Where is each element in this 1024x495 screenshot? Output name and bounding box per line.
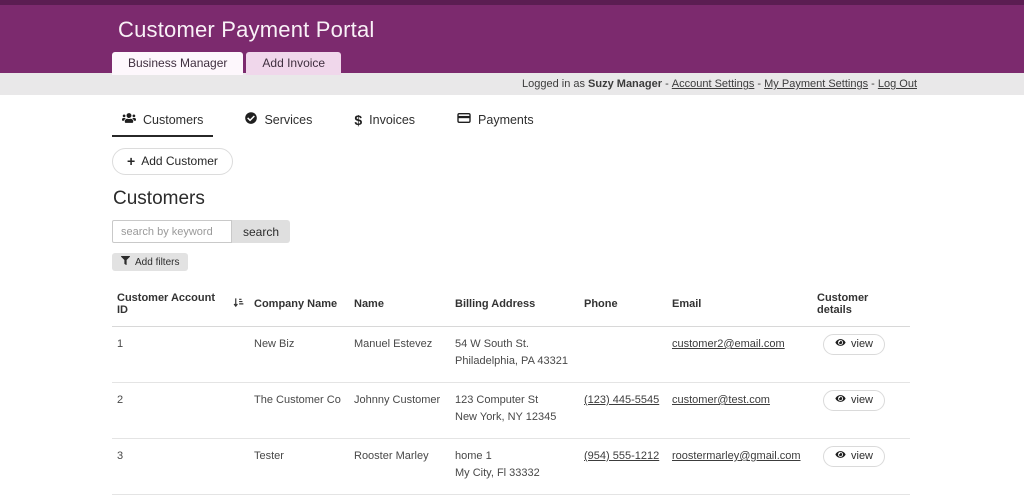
nav-tab-label: Invoices: [369, 113, 415, 127]
cell-account-id: 3: [112, 439, 249, 495]
eye-icon: [835, 338, 846, 350]
phone-link[interactable]: (123) 445-5545: [584, 394, 659, 406]
column-header-company: Company Name: [249, 284, 349, 327]
cell-email: customer@test.com: [667, 383, 812, 439]
cell-company: The Customer Co: [249, 383, 349, 439]
add-filters-button[interactable]: Add filters: [112, 253, 188, 271]
view-label: view: [851, 394, 873, 406]
search-bar: search: [112, 220, 1024, 243]
phone-link[interactable]: (954) 555-1212: [584, 450, 659, 462]
add-customer-button[interactable]: + Add Customer: [112, 148, 233, 175]
plus-icon: +: [127, 154, 135, 168]
section-nav: Customers Services $ Invoices Payments: [112, 110, 1024, 137]
view-button[interactable]: view: [823, 446, 885, 467]
view-label: view: [851, 338, 873, 350]
cell-customer-details: view: [812, 439, 910, 495]
credit-card-icon: [457, 112, 471, 127]
eye-icon: [835, 394, 846, 406]
search-input[interactable]: [112, 220, 232, 243]
email-link[interactable]: customer@test.com: [672, 394, 770, 406]
search-button[interactable]: search: [232, 220, 290, 243]
app-header: Customer Payment Portal Business Manager…: [0, 5, 1024, 73]
separator: -: [754, 78, 764, 90]
dollar-icon: $: [354, 113, 362, 127]
account-settings-link[interactable]: Account Settings: [672, 78, 755, 90]
check-circle-icon: [245, 112, 257, 127]
separator: -: [662, 78, 672, 90]
nav-tab-label: Customers: [143, 113, 203, 127]
table-row: 2 The Customer Co Johnny Customer 123 Co…: [112, 383, 910, 439]
tab-business-manager[interactable]: Business Manager: [112, 52, 243, 75]
main-content: Customers Services $ Invoices Payments +…: [0, 95, 1024, 495]
cell-customer-details: view: [812, 383, 910, 439]
view-label: view: [851, 450, 873, 462]
customers-table: Customer Account ID Company Name Name Bi…: [112, 284, 910, 495]
column-header-email: Email: [667, 284, 812, 327]
cell-billing-address: 123 Computer St New York, NY 12345: [450, 383, 579, 439]
column-header-billing-address: Billing Address: [450, 284, 579, 327]
view-button[interactable]: view: [823, 334, 885, 355]
users-icon: [122, 112, 136, 127]
eye-icon: [835, 450, 846, 462]
cell-customer-details: view: [812, 327, 910, 383]
column-header-customer-details: Customer details: [812, 284, 910, 327]
cell-name: Rooster Marley: [349, 439, 450, 495]
cell-phone: [579, 327, 667, 383]
view-button[interactable]: view: [823, 390, 885, 411]
column-header-account-id[interactable]: Customer Account ID: [112, 284, 249, 327]
column-header-phone: Phone: [579, 284, 667, 327]
tab-add-invoice[interactable]: Add Invoice: [246, 52, 341, 75]
email-link[interactable]: customer2@email.com: [672, 338, 785, 350]
nav-tab-payments[interactable]: Payments: [447, 110, 544, 137]
portal-tabs: Business Manager Add Invoice: [112, 52, 1024, 75]
cell-phone: (123) 445-5545: [579, 383, 667, 439]
sort-icon: [233, 297, 244, 311]
cell-company: Tester: [249, 439, 349, 495]
log-out-link[interactable]: Log Out: [878, 78, 917, 90]
cell-name: Johnny Customer: [349, 383, 450, 439]
table-header-row: Customer Account ID Company Name Name Bi…: [112, 284, 910, 327]
nav-tab-invoices[interactable]: $ Invoices: [344, 110, 425, 137]
cell-company: New Biz: [249, 327, 349, 383]
cell-phone: (954) 555-1212: [579, 439, 667, 495]
cell-account-id: 1: [112, 327, 249, 383]
cell-account-id: 2: [112, 383, 249, 439]
cell-billing-address: home 1 My City, Fl 33332: [450, 439, 579, 495]
add-filters-label: Add filters: [135, 257, 179, 268]
email-link[interactable]: roostermarley@gmail.com: [672, 450, 801, 462]
filter-icon: [121, 256, 130, 268]
separator: -: [868, 78, 878, 90]
nav-tab-customers[interactable]: Customers: [112, 110, 213, 137]
cell-email: roostermarley@gmail.com: [667, 439, 812, 495]
app-title: Customer Payment Portal: [118, 17, 1024, 43]
nav-tab-label: Payments: [478, 113, 534, 127]
page-title: Customers: [113, 188, 1024, 210]
nav-tab-label: Services: [264, 113, 312, 127]
table-row: 3 Tester Rooster Marley home 1 My City, …: [112, 439, 910, 495]
cell-name: Manuel Estevez: [349, 327, 450, 383]
column-header-name: Name: [349, 284, 450, 327]
cell-email: customer2@email.com: [667, 327, 812, 383]
add-customer-label: Add Customer: [141, 154, 218, 168]
nav-tab-services[interactable]: Services: [235, 110, 322, 137]
logged-in-prefix: Logged in as: [522, 78, 588, 90]
user-bar: Logged in as Suzy Manager - Account Sett…: [0, 73, 1024, 95]
cell-billing-address: 54 W South St. Philadelphia, PA 43321: [450, 327, 579, 383]
table-row: 1 New Biz Manuel Estevez 54 W South St. …: [112, 327, 910, 383]
my-payment-settings-link[interactable]: My Payment Settings: [764, 78, 868, 90]
logged-in-user: Suzy Manager: [588, 78, 662, 90]
